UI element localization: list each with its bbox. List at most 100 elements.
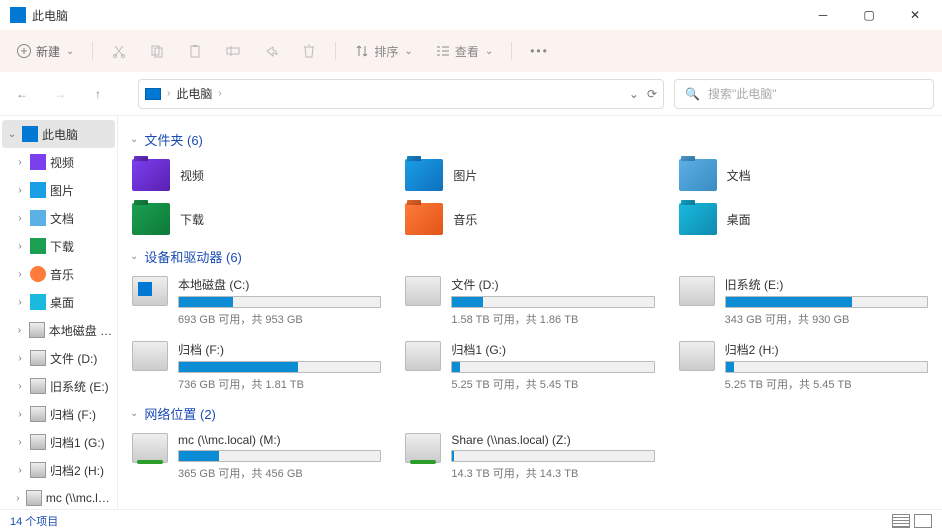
chevron-down-icon: ⌄ [130, 251, 138, 262]
folder-icon [132, 159, 170, 191]
sidebar-item[interactable]: ›本地磁盘 (C:) [0, 316, 117, 344]
drive-info: 5.25 TB 可用，共 5.45 TB [451, 376, 654, 392]
rename-icon [225, 43, 241, 59]
app-icon [10, 7, 26, 23]
tree-chevron-icon: › [14, 325, 25, 336]
address-bar[interactable]: › 此电脑 › ⌄ ⟳ [138, 79, 664, 109]
breadcrumb[interactable]: 此电脑 [176, 85, 212, 102]
sort-label: 排序 [374, 43, 398, 60]
up-button[interactable]: ↑ [84, 80, 112, 108]
tree-chevron-icon: › [14, 297, 26, 308]
sidebar-item-icon [30, 378, 46, 394]
folder-item[interactable]: 文档 [677, 157, 930, 193]
network-drive-item[interactable]: Share (\\nas.local) (Z:)14.3 TB 可用，共 14.… [403, 431, 656, 483]
drive-item[interactable]: 文件 (D:)1.58 TB 可用，共 1.86 TB [403, 274, 656, 329]
sidebar-item[interactable]: ›视频 [0, 148, 117, 176]
folder-item[interactable]: 音乐 [403, 201, 656, 237]
section-network[interactable]: ⌄ 网络位置 (2) [130, 404, 930, 423]
chevron-right-icon: › [218, 88, 221, 99]
share-button[interactable] [255, 39, 287, 63]
sort-icon [354, 43, 370, 59]
sidebar-item[interactable]: ⌄此电脑 [2, 120, 115, 148]
sidebar-item-label: 视频 [50, 154, 74, 171]
item-count: 14 个项目 [10, 513, 58, 529]
section-folders[interactable]: ⌄ 文件夹 (6) [130, 130, 930, 149]
sort-button[interactable]: 排序 ⌄ [346, 39, 420, 64]
paste-button[interactable] [179, 39, 211, 63]
delete-icon [301, 43, 317, 59]
drive-item[interactable]: 归档2 (H:)5.25 TB 可用，共 5.45 TB [677, 339, 930, 394]
copy-button[interactable] [141, 39, 173, 63]
tree-chevron-icon: › [14, 185, 26, 196]
drive-item[interactable]: 归档 (F:)736 GB 可用，共 1.81 TB [130, 339, 383, 394]
folder-item[interactable]: 桌面 [677, 201, 930, 237]
sidebar-item[interactable]: › 桌面 [0, 288, 117, 316]
sidebar-item-label: 归档 (F:) [50, 406, 96, 423]
address-dropdown[interactable]: ⌄ [629, 87, 639, 101]
drive-info: 5.25 TB 可用，共 5.45 TB [725, 376, 928, 392]
sidebar-item[interactable]: ›归档1 (G:) [0, 428, 117, 456]
sidebar-item[interactable]: ›音乐 [0, 260, 117, 288]
folder-item[interactable]: 图片 [403, 157, 656, 193]
sidebar-item[interactable]: ›归档 (F:) [0, 400, 117, 428]
sidebar-item-icon [26, 490, 42, 506]
sidebar-item[interactable]: ›下载 [0, 232, 117, 260]
sidebar-item[interactable]: ›旧系统 (E:) [0, 372, 117, 400]
view-button[interactable]: 查看 ⌄ [427, 39, 501, 64]
toolbar: 新建 ⌄ 排序 ⌄ 查看 ⌄ ••• [0, 30, 942, 72]
folder-item[interactable]: 视频 [130, 157, 383, 193]
chevron-down-icon: ⌄ [130, 134, 138, 145]
rename-button[interactable] [217, 39, 249, 63]
drive-label: Share (\\nas.local) (Z:) [451, 433, 654, 447]
drive-item[interactable]: 归档1 (G:)5.25 TB 可用，共 5.45 TB [403, 339, 656, 394]
network-drive-item[interactable]: mc (\\mc.local) (M:)365 GB 可用，共 456 GB [130, 431, 383, 483]
close-button[interactable]: ✕ [892, 0, 938, 30]
drive-label: 旧系统 (E:) [725, 276, 928, 293]
paste-icon [187, 43, 203, 59]
back-button[interactable]: ← [8, 80, 36, 108]
folder-item[interactable]: 下载 [130, 201, 383, 237]
drive-item[interactable]: 旧系统 (E:)343 GB 可用，共 930 GB [677, 274, 930, 329]
more-button[interactable]: ••• [522, 40, 557, 62]
search-placeholder: 搜索"此电脑" [708, 85, 777, 102]
details-view-button[interactable] [892, 514, 910, 528]
sidebar-item[interactable]: ›文件 (D:) [0, 344, 117, 372]
plus-circle-icon [16, 43, 32, 59]
sidebar-item-label: 文件 (D:) [50, 350, 97, 367]
folder-label: 桌面 [727, 211, 751, 228]
sidebar-item-icon [30, 182, 46, 198]
sidebar-item[interactable]: ›归档2 (H:) [0, 456, 117, 484]
cut-button[interactable] [103, 39, 135, 63]
sidebar-item-icon [30, 294, 46, 310]
section-drives[interactable]: ⌄ 设备和驱动器 (6) [130, 247, 930, 266]
search-input[interactable]: 🔍 搜索"此电脑" [674, 79, 934, 109]
sidebar-item[interactable]: ›图片 [0, 176, 117, 204]
view-icon [435, 43, 451, 59]
sidebar-item[interactable]: ›文档 [0, 204, 117, 232]
forward-button[interactable]: → [46, 80, 74, 108]
sidebar-item-icon [30, 238, 46, 254]
sidebar-item[interactable]: ›mc (\\mc.local) (M:) [0, 484, 117, 509]
minimize-button[interactable]: ─ [800, 0, 846, 30]
drive-item[interactable]: 本地磁盘 (C:)693 GB 可用，共 953 GB [130, 274, 383, 329]
drive-usage-bar [178, 361, 381, 373]
sidebar-item-label: 桌面 [50, 294, 74, 311]
sidebar-item-label: 下载 [50, 238, 74, 255]
sidebar-item-label: 音乐 [50, 266, 74, 283]
drive-info: 736 GB 可用，共 1.81 TB [178, 376, 381, 392]
icons-view-button[interactable] [914, 514, 932, 528]
folder-label: 文档 [727, 167, 751, 184]
folder-icon [679, 159, 717, 191]
tree-chevron-icon: › [14, 493, 22, 504]
delete-button[interactable] [293, 39, 325, 63]
maximize-button[interactable]: ▢ [846, 0, 892, 30]
main-content: ⌄ 文件夹 (6) 视频图片 文档下载音乐 桌面 ⌄ 设备和驱动器 (6) 本地磁盘… [118, 116, 942, 509]
refresh-button[interactable]: ⟳ [647, 87, 657, 101]
sidebar-item-label: 旧系统 (E:) [50, 378, 109, 395]
this-pc-icon [145, 88, 161, 100]
drive-icon [405, 341, 441, 371]
folder-icon [405, 203, 443, 235]
tree-chevron-icon: ⌄ [6, 129, 18, 140]
new-button[interactable]: 新建 ⌄ [8, 39, 82, 64]
drive-label: mc (\\mc.local) (M:) [178, 433, 381, 447]
